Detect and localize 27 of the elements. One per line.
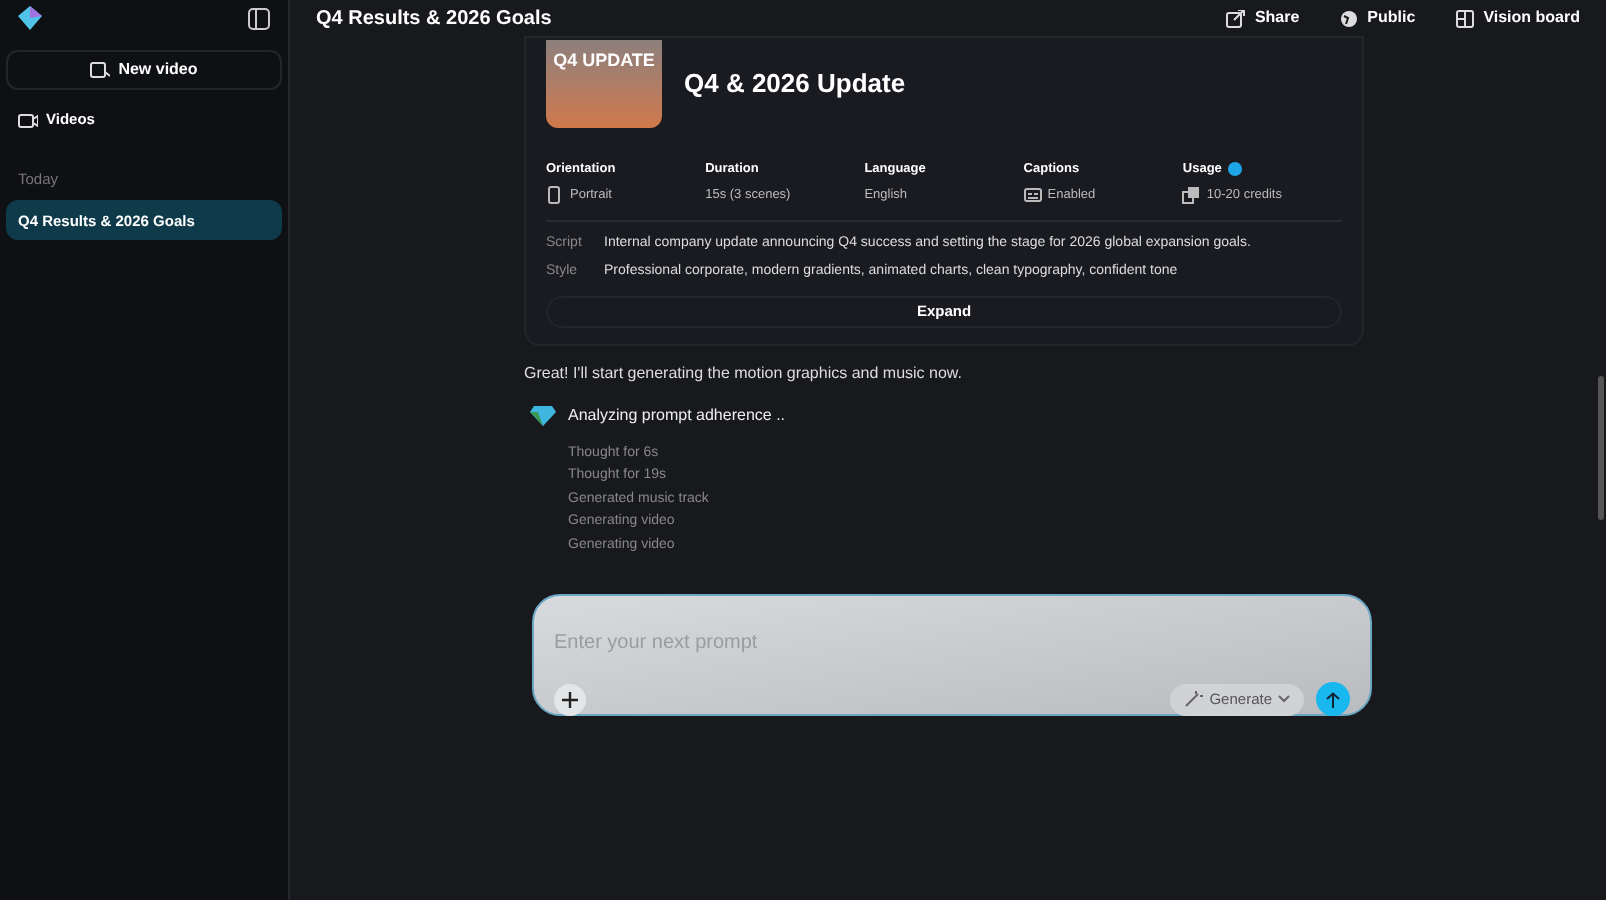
- arrow-up-icon: [1326, 691, 1340, 707]
- share-icon: [1226, 9, 1247, 27]
- caret-icon: [1278, 694, 1290, 704]
- sidebar-toggle-icon[interactable]: [248, 7, 270, 29]
- page-title: Q4 Results & 2026 Goals: [316, 5, 552, 33]
- assistant-message: Great! I'll start generating the motion graphics and music now.: [524, 361, 964, 386]
- scrollbar[interactable]: [1598, 376, 1604, 520]
- header-public-button[interactable]: Public: [1339, 6, 1416, 30]
- header-board-button[interactable]: Vision board: [1455, 6, 1580, 30]
- camera-icon: [18, 111, 38, 129]
- stack-icon: [1182, 186, 1201, 205]
- board-icon: [1455, 9, 1476, 27]
- video-icon: [90, 60, 111, 80]
- captions-icon: [1023, 186, 1042, 205]
- diamond-icon: [530, 404, 556, 427]
- wand-icon: [1183, 690, 1204, 708]
- thumbnail-drawing: Q4 UPDATE: [546, 40, 662, 128]
- info-icon: [1227, 162, 1242, 177]
- add-button[interactable]: [554, 683, 586, 715]
- header-share-button[interactable]: Share: [1226, 6, 1300, 30]
- phone-icon: [546, 186, 564, 205]
- send-button[interactable]: [1316, 682, 1350, 716]
- card-title: Q4 & 2026 Update: [684, 66, 906, 103]
- new-video-button[interactable]: New video: [6, 50, 282, 90]
- plus-icon: [562, 691, 578, 707]
- status-title: Analyzing prompt adherence ..: [568, 403, 786, 428]
- logo-icon: [18, 6, 42, 30]
